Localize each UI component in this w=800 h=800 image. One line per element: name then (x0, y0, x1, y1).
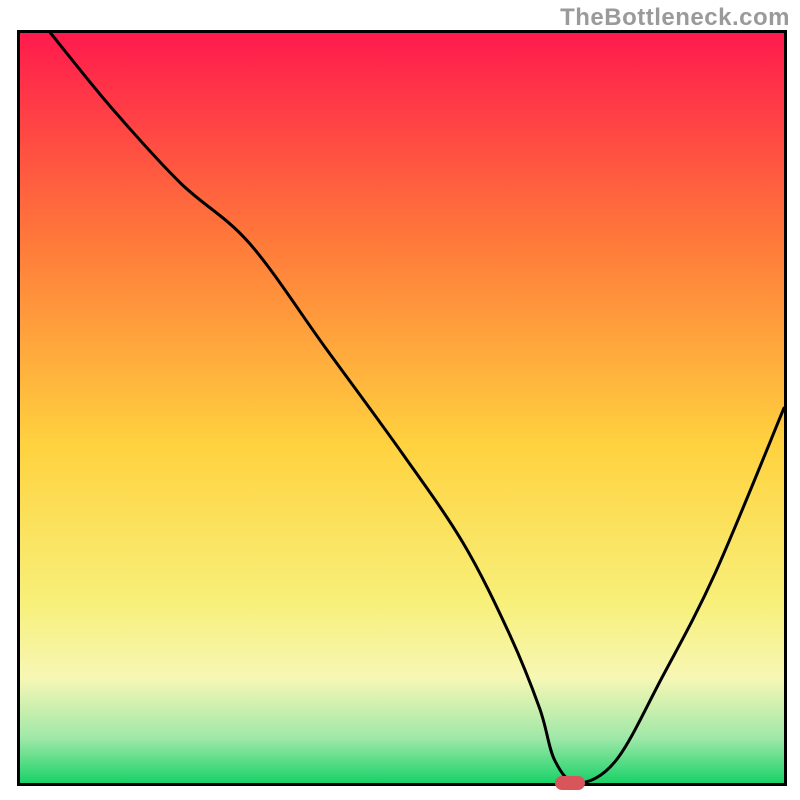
chart-container: TheBottleneck.com (0, 0, 800, 800)
curve-line (0, 0, 800, 800)
optimum-marker (555, 776, 585, 790)
